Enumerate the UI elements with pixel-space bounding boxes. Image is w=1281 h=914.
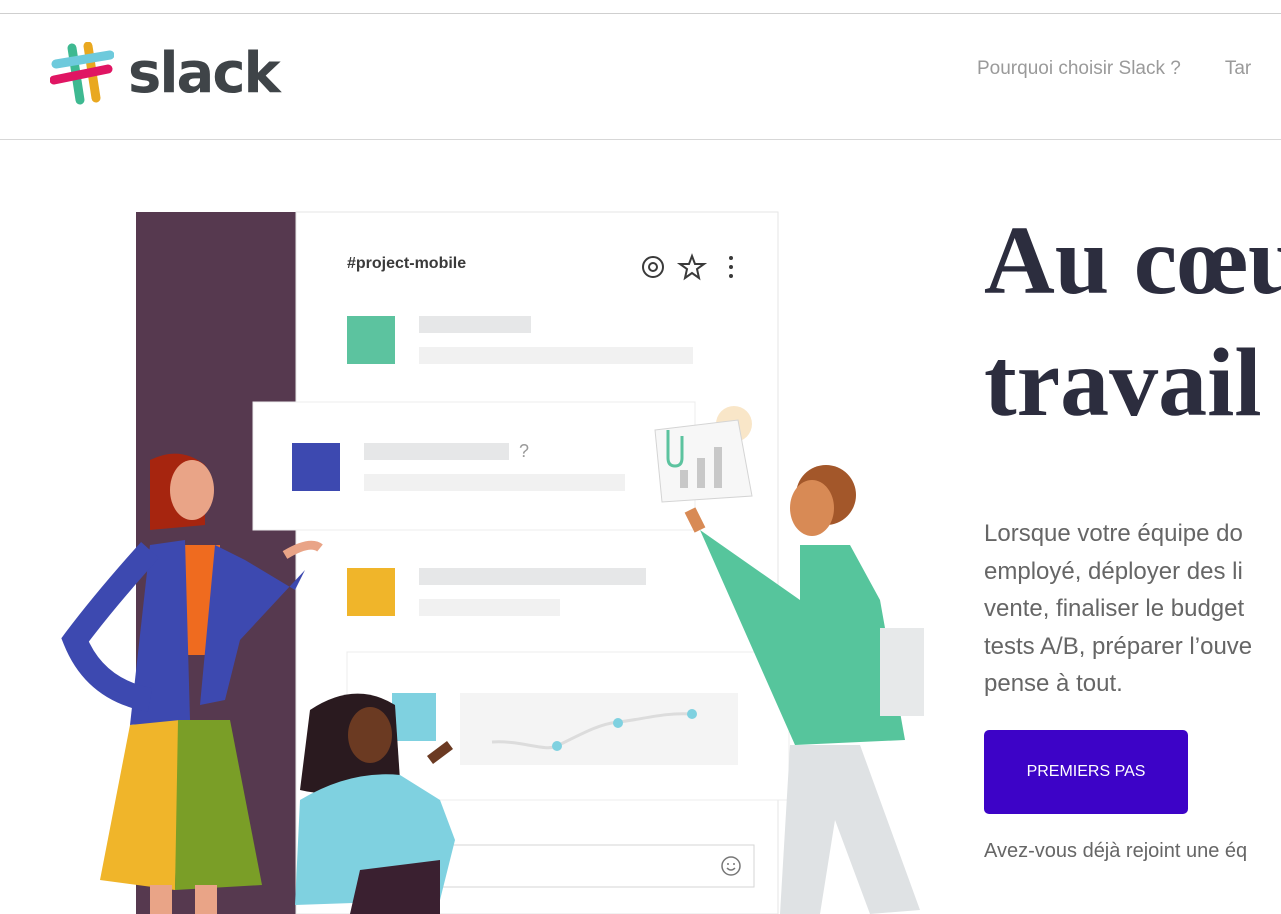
hero-title: Au cœu travail [984,200,1281,444]
hero-description: Lorsque votre équipe do employé, déploye… [984,520,1253,697]
message-input [437,844,755,888]
message-placeholder-line [419,568,646,585]
hero-title-line-1: Au cœu [984,207,1281,315]
message-avatar-green [347,316,395,364]
site-header: slack Pourquoi choisir Slack ? Tar [0,14,1281,140]
message-placeholder-line [364,474,625,491]
slack-logo[interactable]: slack [50,41,281,106]
chart-card-area [460,693,738,765]
message-placeholder-line [419,316,531,333]
chart-point [687,709,697,719]
hero-title-line-2: travail [984,329,1262,437]
chart-point [552,741,562,751]
message-placeholder-line [364,443,509,460]
logo-wordmark: slack [128,41,281,106]
message-placeholder-line [419,599,560,616]
message-avatar-yellow [347,568,395,616]
get-started-button[interactable]: PREMIERS PAS [984,730,1188,814]
main-nav: Pourquoi choisir Slack ? Tar [977,58,1281,80]
message-avatar-blue [292,443,340,491]
chart-card-thumbnail [392,693,436,741]
chart-point [613,718,623,728]
nav-link-why-slack[interactable]: Pourquoi choisir Slack ? [977,58,1181,80]
slack-hash-icon [50,42,114,105]
nav-link-pricing[interactable]: Tar [1225,58,1251,80]
already-joined-link[interactable]: Avez-vous déjà rejoint une éq [984,840,1247,863]
question-mark: ? [519,441,530,461]
more-icon [729,256,733,278]
message-placeholder-line [419,347,693,364]
channel-name: #project-mobile [347,255,467,272]
hero-illustration [61,211,924,914]
